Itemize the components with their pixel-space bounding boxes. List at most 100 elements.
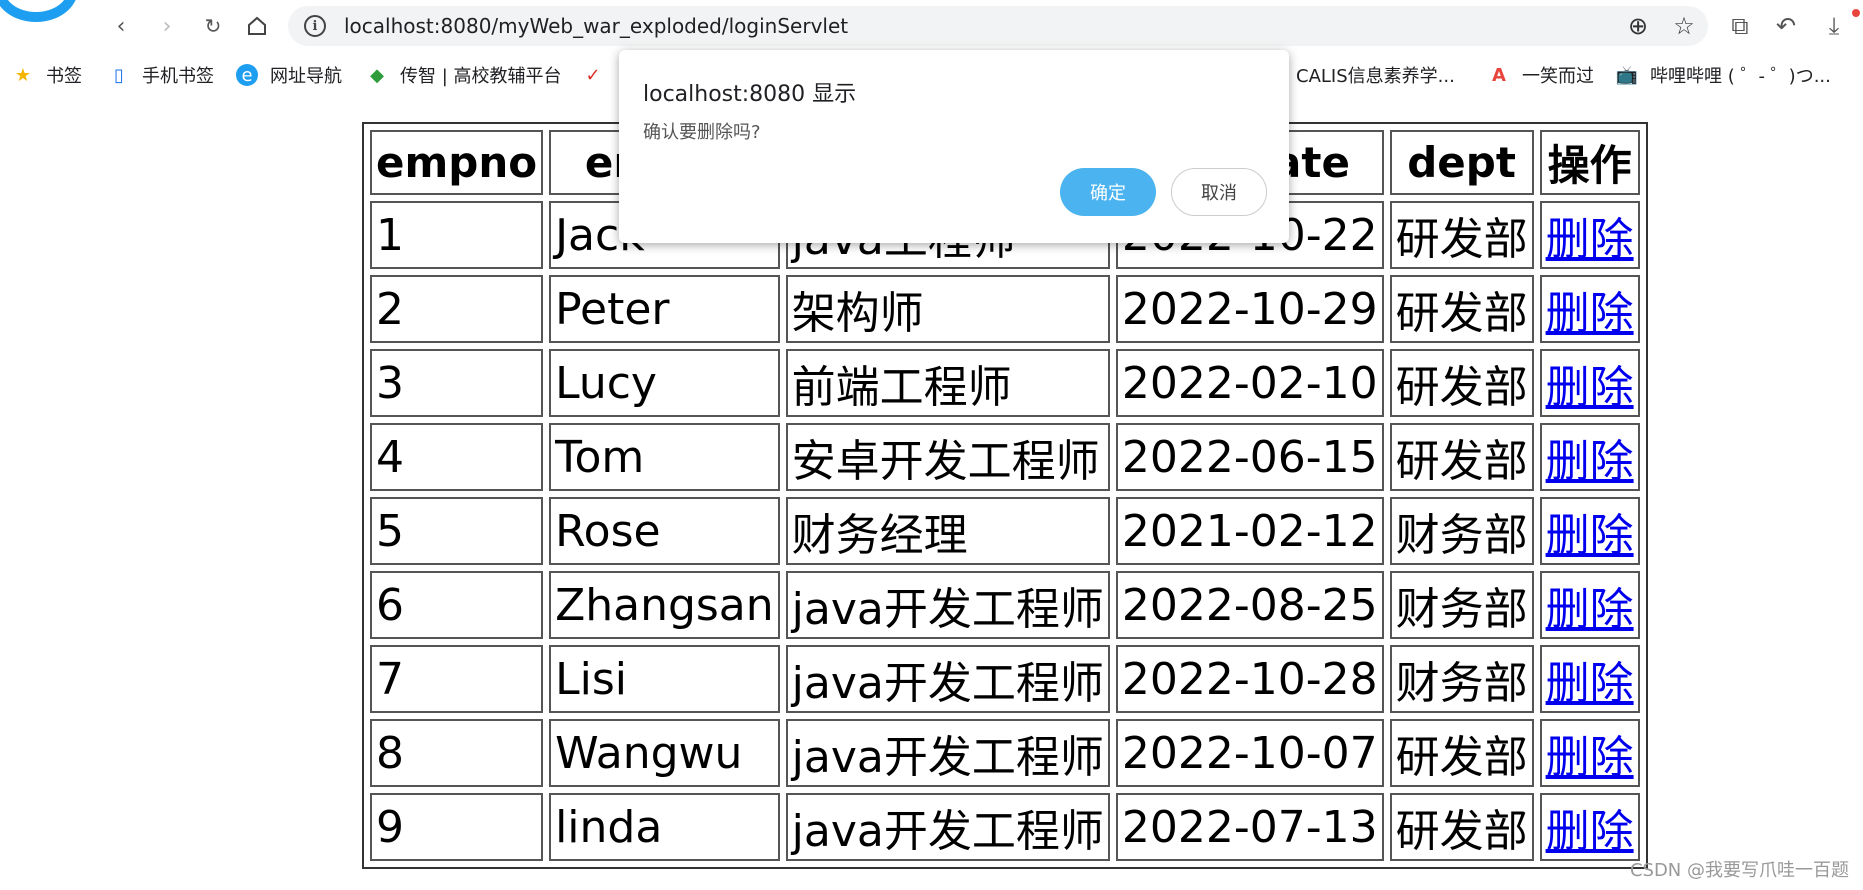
bookmark-star-icon[interactable]: ☆ — [1666, 8, 1702, 44]
bookmark-item[interactable]: e 网址导航 — [236, 62, 342, 88]
cell-job: 架构师 — [785, 275, 1110, 343]
star-icon: ★ — [14, 64, 32, 86]
e-icon: e — [236, 64, 258, 86]
cell-action: 删除 — [1539, 275, 1640, 343]
cell-dept: 研发部 — [1389, 423, 1534, 491]
delete-link[interactable]: 删除 — [1546, 288, 1634, 339]
cell-dept: 研发部 — [1389, 349, 1534, 417]
notification-dot — [1852, 9, 1860, 17]
delete-link[interactable]: 删除 — [1546, 436, 1634, 487]
cell-empno: 9 — [370, 793, 544, 861]
cell-job: 财务经理 — [785, 497, 1110, 565]
cell-ename: Wangwu — [549, 719, 780, 787]
bookmark-item[interactable]: A 一笑而过 — [1488, 62, 1594, 88]
site-info-icon[interactable]: i — [304, 15, 326, 37]
dialog-message: 确认要删除吗? — [643, 122, 761, 143]
cell-empno: 2 — [370, 275, 544, 343]
watermark: CSDN @我要写爪哇一百题 — [1629, 860, 1849, 881]
bookmark-item[interactable]: ▯ 手机书签 — [108, 62, 214, 88]
header-action: 操作 — [1539, 130, 1640, 195]
header-empno: empno — [370, 130, 544, 195]
cell-empno: 8 — [370, 719, 544, 787]
cell-dept: 财务部 — [1389, 645, 1534, 713]
cell-job: java开发工程师 — [785, 645, 1110, 713]
cell-action: 删除 — [1539, 423, 1640, 491]
reload-icon[interactable]: ↻ — [196, 11, 230, 41]
cell-job: 前端工程师 — [785, 349, 1110, 417]
cell-ename: Zhangsan — [549, 571, 780, 639]
cell-hiredate: 2022-10-29 — [1115, 275, 1384, 343]
cell-action: 删除 — [1539, 719, 1640, 787]
cell-dept: 财务部 — [1389, 497, 1534, 565]
url-text[interactable]: localhost:8080/myWeb_war_exploded/loginS… — [344, 14, 848, 38]
cell-job: java开发工程师 — [785, 571, 1110, 639]
dialog-title: localhost:8080 显示 — [643, 82, 857, 107]
cell-hiredate: 2022-08-25 — [1115, 571, 1384, 639]
back-icon[interactable]: ‹ — [104, 11, 138, 41]
cancel-button[interactable]: 取消 — [1171, 168, 1267, 216]
bookmark-item[interactable]: ✓ — [582, 62, 616, 88]
cell-empno: 1 — [370, 201, 544, 269]
bookmark-item[interactable]: ★ 书签 — [12, 62, 82, 88]
bookmark-item[interactable]: 📺 哔哩哔哩 ( ゜- ゜)つ... — [1616, 62, 1831, 88]
ok-button[interactable]: 确定 — [1060, 168, 1156, 216]
cell-action: 删除 — [1539, 645, 1640, 713]
confirm-dialog: localhost:8080 显示 确认要删除吗? 确定 取消 — [619, 50, 1289, 243]
phone-icon: ▯ — [114, 64, 124, 86]
cell-action: 删除 — [1539, 201, 1640, 269]
delete-link[interactable]: 删除 — [1546, 214, 1634, 265]
table-row: 8 Wangwu java开发工程师 2022-10-07 研发部 删除 — [370, 719, 1640, 787]
cell-action: 删除 — [1539, 349, 1640, 417]
cell-dept: 研发部 — [1389, 275, 1534, 343]
cell-action: 删除 — [1539, 497, 1640, 565]
table-row: 3 Lucy 前端工程师 2022-02-10 研发部 删除 — [370, 349, 1640, 417]
bilibili-icon: 📺 — [1615, 64, 1639, 86]
cell-dept: 研发部 — [1389, 719, 1534, 787]
delete-link[interactable]: 删除 — [1546, 806, 1634, 857]
extensions-icon[interactable]: ⧉ — [1722, 8, 1758, 44]
address-bar[interactable]: i localhost:8080/myWeb_war_exploded/logi… — [288, 6, 1708, 46]
undo-icon[interactable]: ↶ — [1768, 8, 1804, 44]
table-row: 6 Zhangsan java开发工程师 2022-08-25 财务部 删除 — [370, 571, 1640, 639]
check-icon: ✓ — [585, 64, 601, 86]
cell-empno: 3 — [370, 349, 544, 417]
download-icon[interactable]: ⤓ — [1816, 8, 1852, 44]
delete-link[interactable]: 删除 — [1546, 362, 1634, 413]
browser-logo-icon — [0, 0, 78, 22]
cell-job: java开发工程师 — [785, 719, 1110, 787]
cell-job: 安卓开发工程师 — [785, 423, 1110, 491]
cell-ename: Peter — [549, 275, 780, 343]
table-row: 2 Peter 架构师 2022-10-29 研发部 删除 — [370, 275, 1640, 343]
cell-hiredate: 2022-10-28 — [1115, 645, 1384, 713]
home-icon[interactable] — [240, 11, 274, 41]
cell-dept: 研发部 — [1389, 793, 1534, 861]
forward-icon[interactable]: › — [150, 11, 184, 41]
cell-dept: 研发部 — [1389, 201, 1534, 269]
cell-dept: 财务部 — [1389, 571, 1534, 639]
delete-link[interactable]: 删除 — [1546, 510, 1634, 561]
cell-ename: Lucy — [549, 349, 780, 417]
cell-empno: 6 — [370, 571, 544, 639]
cell-ename: Lisi — [549, 645, 780, 713]
table-row: 4 Tom 安卓开发工程师 2022-06-15 研发部 删除 — [370, 423, 1640, 491]
zoom-icon[interactable]: ⊕ — [1620, 8, 1656, 44]
table-row: 5 Rose 财务经理 2021-02-12 财务部 删除 — [370, 497, 1640, 565]
bookmark-item[interactable]: CALIS信息素养学... — [1296, 62, 1455, 88]
browser-toolbar: ‹ › ↻ i localhost:8080/myWeb_war_explode… — [0, 0, 1863, 52]
bird-icon: ◆ — [370, 64, 384, 86]
delete-link[interactable]: 删除 — [1546, 732, 1634, 783]
bookmark-item[interactable]: ◆ 传智 | 高校教辅平台 — [366, 62, 561, 88]
delete-link[interactable]: 删除 — [1546, 658, 1634, 709]
cell-empno: 7 — [370, 645, 544, 713]
delete-link[interactable]: 删除 — [1546, 584, 1634, 635]
cell-hiredate: 2022-07-13 — [1115, 793, 1384, 861]
table-row: 7 Lisi java开发工程师 2022-10-28 财务部 删除 — [370, 645, 1640, 713]
cell-job: java开发工程师 — [785, 793, 1110, 861]
cell-action: 删除 — [1539, 793, 1640, 861]
cell-hiredate: 2021-02-12 — [1115, 497, 1384, 565]
cell-hiredate: 2022-02-10 — [1115, 349, 1384, 417]
a-icon: A — [1492, 64, 1506, 86]
cell-empno: 4 — [370, 423, 544, 491]
cell-empno: 5 — [370, 497, 544, 565]
cell-hiredate: 2022-10-07 — [1115, 719, 1384, 787]
